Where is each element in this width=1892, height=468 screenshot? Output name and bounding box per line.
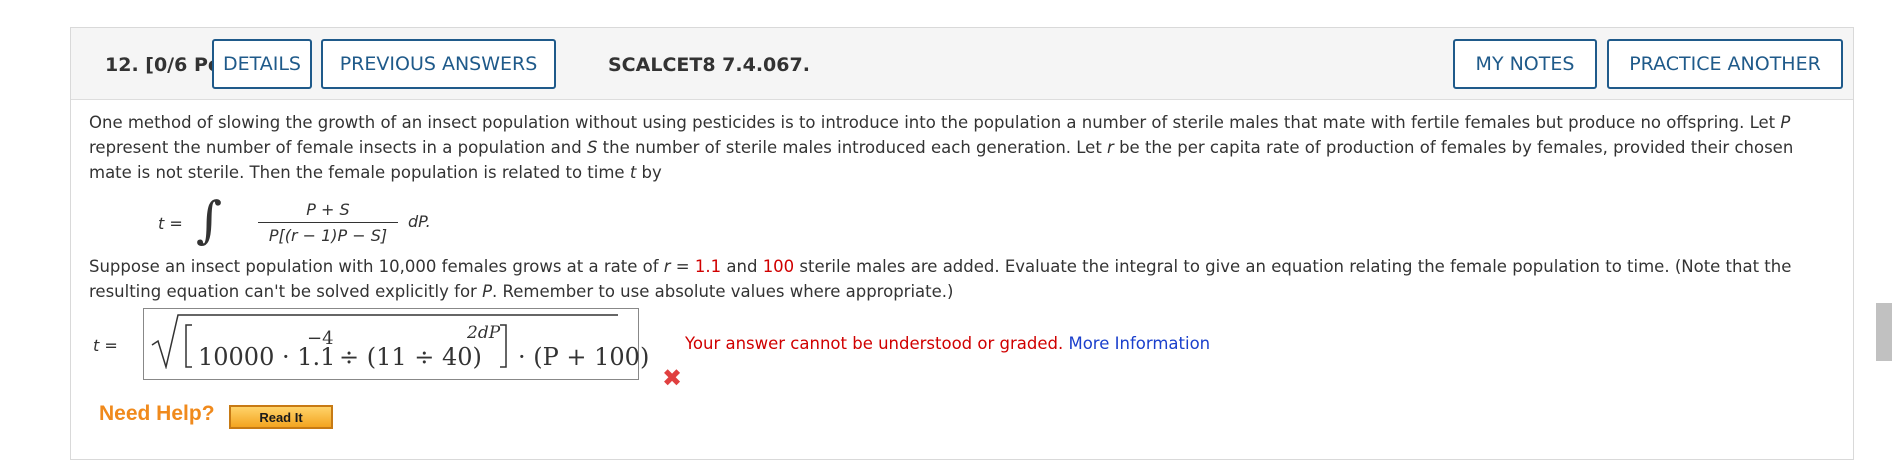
integral-formula: t = ∫ P + S P[(r − 1)P − S] dP. (158, 191, 458, 254)
integral-sign: ∫ (196, 191, 223, 249)
formula-differential: dP. (408, 212, 431, 231)
my-notes-button[interactable]: MY NOTES (1453, 39, 1597, 89)
question-header: 12. [0/6 Points] DETAILS PREVIOUS ANSWER… (71, 28, 1853, 100)
need-help-label: Need Help? (99, 402, 215, 425)
answer-input[interactable]: 10000 · 1.1 −4 ÷ (11 ÷ 40) 2dP · (P + 10… (143, 308, 649, 380)
practice-another-button[interactable]: PRACTICE ANOTHER (1607, 39, 1843, 89)
males-value: 100 (762, 257, 795, 276)
answer-lhs: t = (93, 336, 118, 355)
previous-answers-button[interactable]: PREVIOUS ANSWERS (321, 39, 556, 89)
formula-denominator: P[(r − 1)P − S] (268, 226, 388, 245)
more-information-link[interactable]: More Information (1068, 334, 1210, 353)
problem-code: SCALCET8 7.4.067. (608, 54, 810, 76)
formula-lhs: t = (158, 214, 183, 233)
problem-suppose: Suppose an insect population with 10,000… (89, 257, 1792, 301)
details-button[interactable]: DETAILS (212, 39, 312, 89)
scrollbar-thumb[interactable] (1876, 303, 1892, 361)
question-card: 12. [0/6 Points] DETAILS PREVIOUS ANSWER… (70, 27, 1854, 460)
r-value: 1.1 (694, 257, 722, 276)
answer-row: t = 10000 · 1.1 −4 ÷ (11 ÷ 40) 2dP · (P … (89, 308, 1289, 392)
incorrect-icon: ✖ (662, 364, 683, 392)
read-it-button[interactable]: Read It (229, 405, 333, 429)
fraction-bar (258, 222, 398, 223)
error-message: Your answer cannot be understood or grad… (685, 334, 1211, 353)
problem-intro: One method of slowing the growth of an i… (89, 113, 1794, 182)
formula-numerator: P + S (306, 200, 350, 219)
